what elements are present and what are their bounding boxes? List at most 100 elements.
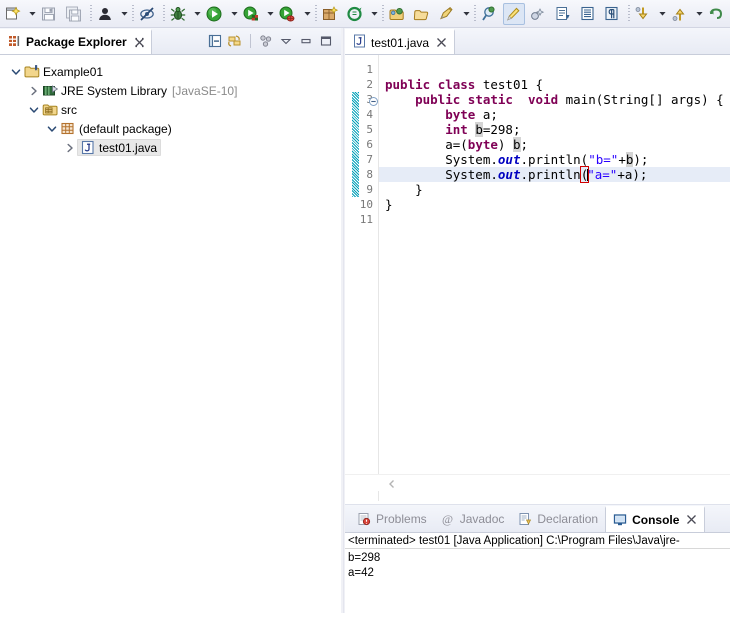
package-icon (59, 119, 77, 138)
new-wizard-icon[interactable] (2, 3, 24, 25)
chevron-down-icon[interactable] (26, 100, 41, 119)
open-task-icon[interactable] (411, 3, 433, 25)
tab-test01-java[interactable]: test01.java (345, 29, 456, 54)
skip-breakpoints-icon[interactable] (528, 3, 550, 25)
toolbar-separator (250, 34, 251, 48)
tree-item-jre-system-library[interactable]: JRE System Library [JavaSE-10] (0, 81, 341, 100)
scroll-left-icon[interactable] (387, 478, 397, 492)
bottom-tab-label: Declaration (537, 511, 599, 526)
tree-item-content[interactable]: src (41, 100, 77, 119)
tree-item-default-package[interactable]: (default package) (0, 119, 341, 138)
back-icon[interactable] (705, 3, 727, 25)
save-all-icon[interactable] (63, 3, 85, 25)
run-icon[interactable] (204, 3, 226, 25)
fold-collapse-icon[interactable] (369, 95, 378, 106)
project-tree[interactable]: Example01 JRE System Library [JavaSE-10] sr… (0, 55, 341, 157)
toolbar-separator (315, 4, 318, 23)
profile-icon[interactable] (277, 3, 299, 25)
close-icon[interactable] (134, 37, 145, 48)
code-line: a=(byte) b; (385, 137, 529, 152)
search-dropdown-arrow[interactable] (460, 3, 472, 25)
tree-item-test01-java[interactable]: test01.java (0, 138, 341, 157)
library-icon (41, 81, 59, 100)
code-line: } (385, 182, 423, 197)
line-number: 10 (359, 198, 373, 211)
new-java-class-icon[interactable] (344, 3, 366, 25)
chevron-right-icon[interactable] (62, 138, 77, 157)
new-java-package-icon[interactable] (319, 3, 341, 25)
next-dropdown-arrow[interactable] (694, 3, 706, 25)
pilcrow-icon[interactable] (602, 3, 624, 25)
prev-dropdown-arrow[interactable] (657, 3, 669, 25)
tree-item-selected[interactable]: test01.java (77, 139, 162, 156)
tree-item-content[interactable]: (default package) (59, 119, 172, 138)
package-explorer-icon (7, 34, 21, 51)
collapse-all-icon[interactable] (206, 32, 224, 50)
console-header-line: <terminated> test01 [Java Application] C… (348, 535, 680, 547)
link-with-editor-icon[interactable] (226, 32, 244, 50)
tree-item-src[interactable]: src (0, 100, 341, 119)
bottom-tab-label: Problems (376, 511, 427, 526)
debug-icon[interactable] (167, 3, 189, 25)
person-icon[interactable] (94, 3, 116, 25)
close-icon[interactable] (436, 37, 447, 48)
toolbar-separator (132, 4, 135, 23)
new-dropdown-arrow[interactable] (27, 3, 39, 25)
focus-off-icon[interactable] (136, 3, 158, 25)
source-folder-icon (41, 100, 59, 119)
chevron-down-icon[interactable] (44, 119, 59, 138)
code-text[interactable]: public class test01 { public static void… (381, 55, 730, 501)
line-number: 11 (359, 213, 373, 226)
package-explorer-view: Package Explorer Example01 JRE System Li… (0, 28, 341, 613)
bottom-tab-label: Console (632, 512, 680, 527)
svg-text:@: @ (442, 512, 453, 526)
toolbar-separator (382, 4, 385, 23)
package-explorer-toolbar (206, 32, 341, 50)
maximize-icon[interactable] (317, 32, 335, 50)
highlight-icon[interactable] (502, 2, 525, 25)
coverage-icon[interactable] (240, 3, 262, 25)
tab-declaration[interactable]: Declaration (511, 506, 605, 532)
tab-console[interactable]: Console (605, 505, 706, 532)
close-icon[interactable] (686, 514, 697, 525)
show-whitespace-icon[interactable] (577, 3, 599, 25)
next-edit-icon[interactable] (669, 3, 691, 25)
tree-item-example01[interactable]: Example01 (0, 62, 341, 81)
tree-item-content[interactable]: Example01 (23, 62, 103, 81)
console-output-line: a=42 (348, 567, 374, 579)
profile-dropdown-arrow[interactable] (301, 3, 313, 25)
code-line: System.out.println("b="+b); (385, 152, 649, 167)
chevron-right-icon[interactable] (26, 81, 41, 100)
minimize-icon[interactable] (297, 32, 315, 50)
console-output-area[interactable]: <terminated> test01 [Java Application] C… (345, 533, 730, 643)
toolbar-separator (163, 4, 165, 23)
tab-package-explorer[interactable]: Package Explorer (0, 28, 152, 54)
next-annotation-icon[interactable] (552, 3, 574, 25)
tree-item-content[interactable]: JRE System Library [JavaSE-10] (41, 81, 237, 100)
prev-edit-icon[interactable] (632, 3, 654, 25)
project-icon (23, 62, 41, 81)
tab-problems[interactable]: Problems (350, 506, 434, 532)
view-menu-icon[interactable] (277, 32, 295, 50)
coverage-dropdown-arrow[interactable] (265, 3, 277, 25)
open-type-icon[interactable] (386, 3, 408, 25)
link-search-icon[interactable] (478, 3, 500, 25)
java-file-icon (353, 34, 366, 51)
new-class-dropdown-arrow[interactable] (368, 3, 380, 25)
search-icon[interactable] (436, 3, 458, 25)
view-filters-icon[interactable] (257, 32, 275, 50)
chevron-down-icon[interactable] (8, 62, 23, 81)
bottom-tabbar: Problems @ Javadoc Declaration Console (345, 504, 730, 533)
run-dropdown-arrow[interactable] (228, 3, 240, 25)
line-number: 2 (366, 78, 373, 91)
debug-dropdown-arrow[interactable] (192, 3, 204, 25)
editor-horizontal-scrollbar[interactable] (345, 474, 730, 491)
code-editor[interactable]: 1234567891011 public class test01 { publ… (345, 55, 730, 501)
tab-javadoc[interactable]: @ Javadoc (434, 506, 512, 532)
line-number-gutter: 1234567891011 (345, 55, 378, 501)
person-dropdown-arrow[interactable] (119, 3, 131, 25)
save-icon[interactable] (39, 3, 61, 25)
line-number: 7 (366, 153, 373, 166)
toolbar-separator (474, 4, 477, 23)
code-line: } (385, 197, 393, 212)
